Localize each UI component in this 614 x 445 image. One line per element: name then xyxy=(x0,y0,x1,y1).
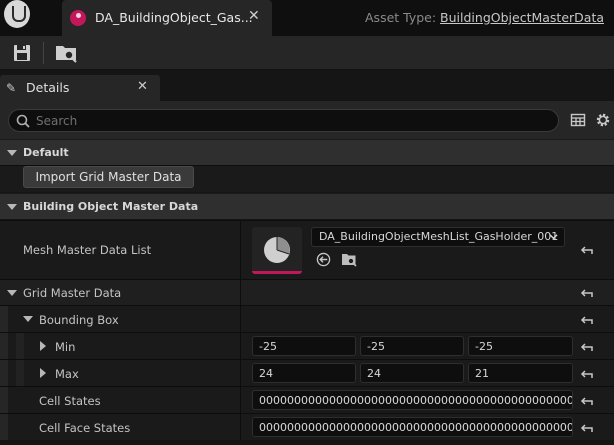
category-building-object-master-data[interactable]: Building Object Master Data xyxy=(0,193,614,219)
details-tab-label: Details xyxy=(26,80,70,95)
min-x-field[interactable]: -25 xyxy=(252,336,356,356)
column-divider xyxy=(240,333,241,359)
property-row-cell-face-states: Cell Face States 00000000000000000000000… xyxy=(0,413,614,440)
reset-to-default-icon[interactable] xyxy=(580,314,594,326)
property-label: Max xyxy=(55,367,79,381)
title-bar: DA_BuildingObject_Gas... ✕ Asset Type: B… xyxy=(0,0,614,36)
close-tab-icon[interactable]: ✕ xyxy=(248,8,260,24)
tab-details[interactable]: ✎ Details ✕ xyxy=(0,75,160,101)
expand-arrow-icon xyxy=(40,368,46,378)
column-divider xyxy=(240,280,241,305)
tab-title: DA_BuildingObject_Gas... xyxy=(95,10,253,25)
asset-type-info: Asset Type: BuildingObjectMasterData xyxy=(365,10,604,25)
pencil-icon: ✎ xyxy=(6,81,17,95)
cell-face-states-field[interactable]: 0000000000000000000000000000000000000000… xyxy=(252,417,573,437)
browse-in-content-browser-icon[interactable] xyxy=(52,40,82,66)
indent-guide xyxy=(16,360,24,386)
asset-type-link[interactable]: BuildingObjectMasterData xyxy=(440,10,604,25)
collapse-arrow-icon xyxy=(7,290,17,296)
reset-to-default-icon[interactable] xyxy=(580,422,594,434)
category-label: Default xyxy=(23,146,69,159)
browse-to-asset-icon[interactable] xyxy=(341,251,357,267)
column-divider xyxy=(240,360,241,386)
asset-picker-value: DA_BuildingObjectMeshList_GasHolder_001 xyxy=(319,230,559,243)
asset-editor-tab[interactable]: DA_BuildingObject_Gas... ✕ xyxy=(62,0,272,36)
reset-to-default-icon[interactable] xyxy=(580,368,594,380)
min-y-field[interactable]: -25 xyxy=(360,336,464,356)
property-label: Bounding Box xyxy=(39,313,119,327)
asset-picker-combo[interactable]: DA_BuildingObjectMeshList_GasHolder_001 xyxy=(311,227,565,247)
asset-thumbnail[interactable] xyxy=(252,227,302,274)
max-x-field[interactable]: 24 xyxy=(252,363,356,383)
column-divider xyxy=(240,414,241,440)
table-view-icon[interactable] xyxy=(570,112,586,128)
property-label: Grid Master Data xyxy=(23,286,122,300)
unreal-logo-icon[interactable] xyxy=(4,0,30,28)
property-row-min[interactable]: Min -25 -25 -25 xyxy=(0,332,614,359)
collapse-arrow-icon xyxy=(23,316,33,322)
details-tab-strip: ✎ Details ✕ xyxy=(0,71,614,101)
collapse-arrow-icon xyxy=(7,204,17,210)
cell-states-field[interactable]: 0000000000000000000000000000000000000000… xyxy=(252,390,573,410)
reset-to-default-icon[interactable] xyxy=(580,287,594,299)
save-icon[interactable] xyxy=(8,40,36,66)
property-row-grid-master-data[interactable]: Grid Master Data xyxy=(0,279,614,305)
reset-to-default-icon[interactable] xyxy=(580,341,594,353)
property-label: Min xyxy=(55,340,76,354)
search-icon xyxy=(16,114,30,128)
data-asset-icon xyxy=(70,10,86,26)
category-default[interactable]: Default xyxy=(0,139,614,165)
property-row-bounding-box[interactable]: Bounding Box xyxy=(0,305,614,332)
property-row-max[interactable]: Max 24 24 21 xyxy=(0,359,614,386)
indent-guide xyxy=(0,360,8,386)
indent-guide xyxy=(0,387,8,413)
import-grid-master-data-button[interactable]: Import Grid Master Data xyxy=(23,166,194,188)
data-asset-pie-icon xyxy=(264,237,290,263)
use-selected-asset-icon[interactable] xyxy=(316,252,331,267)
chevron-down-icon xyxy=(549,234,558,240)
category-label: Building Object Master Data xyxy=(23,200,199,213)
property-label: Mesh Master Data List xyxy=(23,243,152,257)
collapse-arrow-icon xyxy=(7,150,17,156)
asset-type-label: Asset Type: xyxy=(365,10,441,25)
max-y-field[interactable]: 24 xyxy=(360,363,464,383)
column-divider xyxy=(240,306,241,332)
column-divider xyxy=(240,221,241,279)
toolbar-separator xyxy=(43,42,44,64)
close-details-icon[interactable]: ✕ xyxy=(137,79,148,94)
min-z-field[interactable]: -25 xyxy=(468,336,573,356)
search-box xyxy=(8,109,559,132)
property-row-cell-states: Cell States 0000000000000000000000000000… xyxy=(0,386,614,413)
reset-to-default-icon[interactable] xyxy=(580,244,594,256)
search-row xyxy=(0,101,614,139)
indent-guide xyxy=(0,306,8,332)
indent-guide xyxy=(0,333,8,359)
property-label: Cell States xyxy=(39,394,101,408)
indent-guide xyxy=(0,414,8,440)
max-z-field[interactable]: 21 xyxy=(468,363,573,383)
reset-to-default-icon[interactable] xyxy=(580,395,594,407)
property-label: Cell Face States xyxy=(39,421,131,435)
expand-arrow-icon xyxy=(40,341,46,351)
gear-icon[interactable] xyxy=(594,111,612,129)
toolbar xyxy=(0,36,614,70)
indent-guide xyxy=(16,333,24,359)
column-divider xyxy=(240,387,241,413)
search-input[interactable] xyxy=(36,112,536,129)
